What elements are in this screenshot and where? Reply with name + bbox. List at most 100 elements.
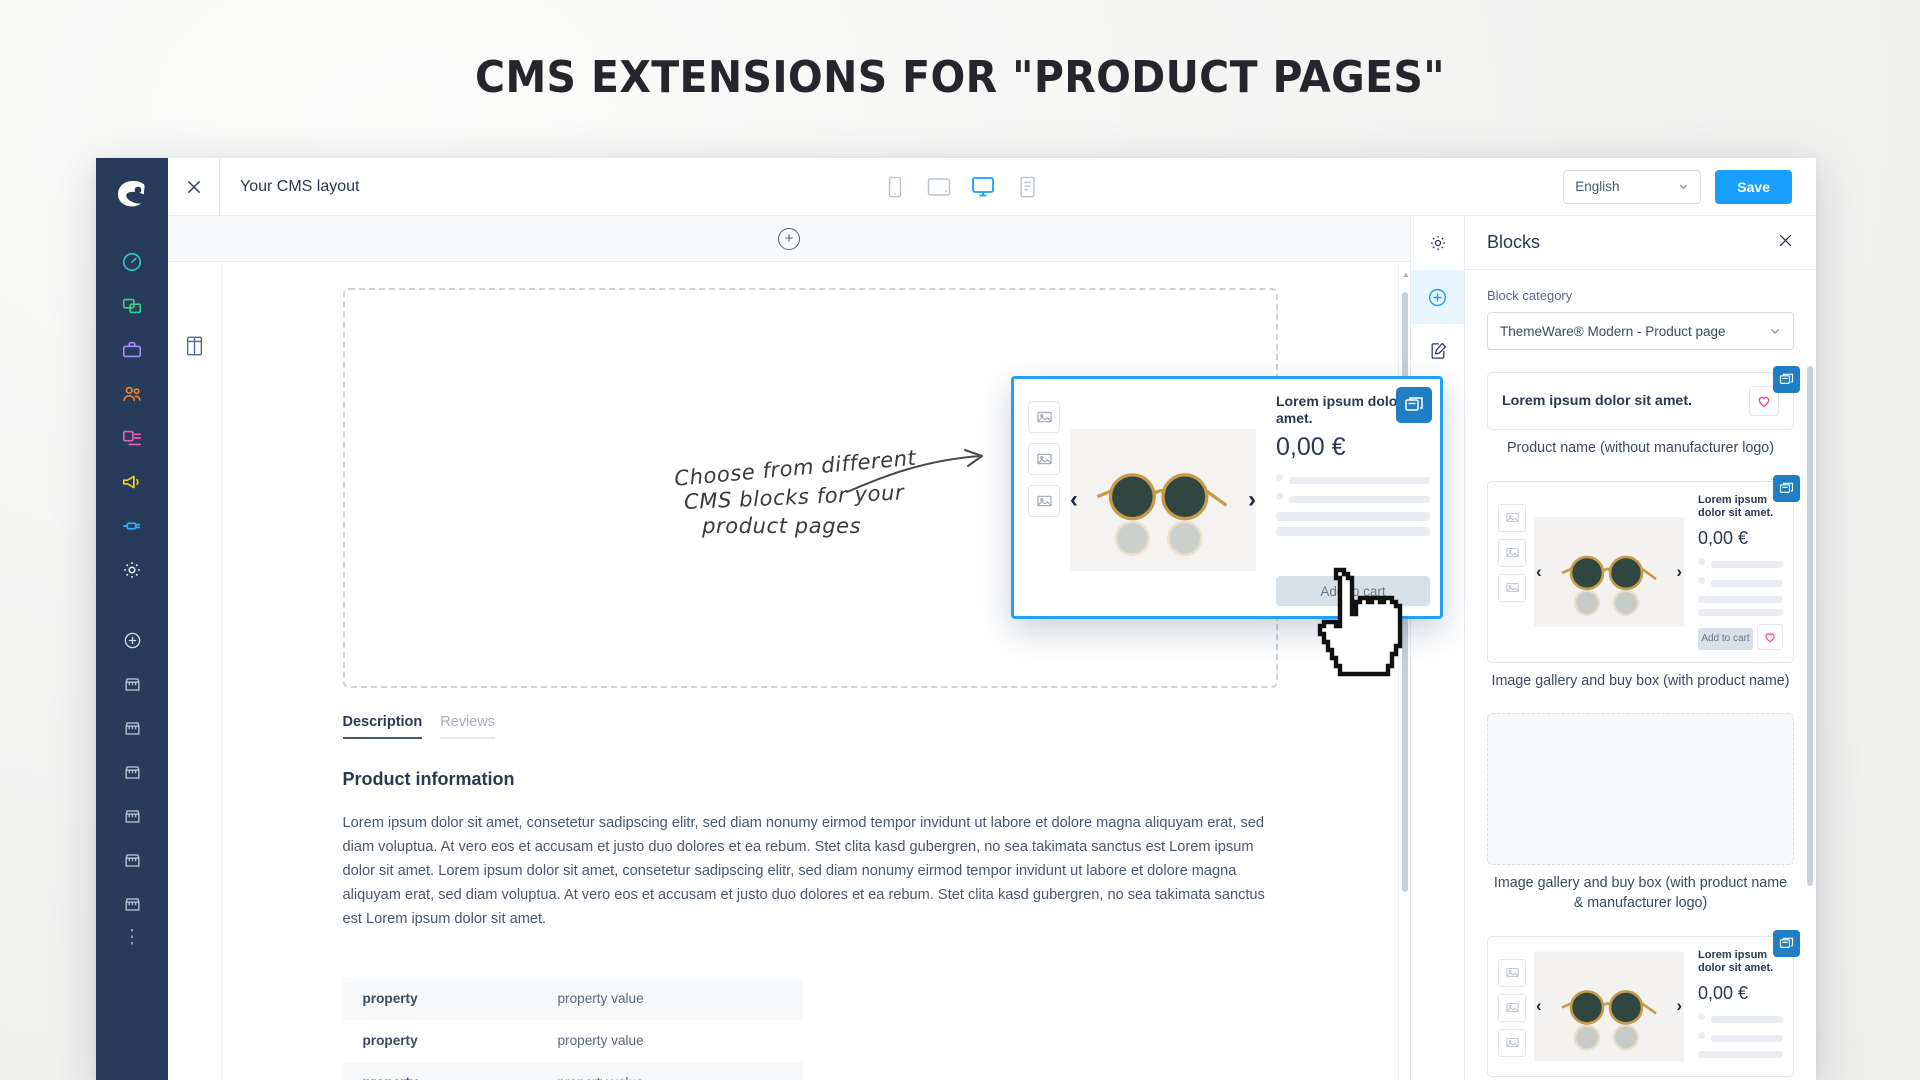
chevron-right-icon[interactable]: › [1676,562,1682,582]
sidebar-add-sales-channel[interactable] [110,618,154,662]
panel-blocks-tab[interactable] [1411,270,1464,324]
panel-edit-tab[interactable] [1411,324,1464,378]
add-section-bar: + [168,216,1410,262]
skeleton-row [1698,1050,1783,1058]
block-category-field: Block category ThemeWare® Modern - Produ… [1465,270,1816,350]
sidebar-item-content[interactable] [110,416,154,460]
plus-circle-icon[interactable]: + [778,227,800,250]
sidebar-sales-channel-6[interactable] [110,882,154,926]
image-placeholder-icon[interactable] [1498,958,1526,987]
close-editor-button[interactable] [168,158,220,215]
block-preview-placeholder[interactable] [1487,713,1794,866]
chevron-right-icon[interactable]: › [1248,486,1256,514]
block-caption: Image gallery and buy box (with product … [1493,875,1788,911]
sidebar-sales-channel-1[interactable] [110,662,154,706]
sidebar-item-dashboard[interactable] [110,240,154,284]
buy-box: Lorem ipsum dolor sit amet. 0,00 € Add t… [1692,494,1783,650]
block-preview-gallery-buybox[interactable]: ‹ [1487,929,1800,1077]
plus-circle-icon [1428,288,1447,306]
property-table: property property value property propert… [342,977,803,1080]
chevron-left-icon[interactable]: ‹ [1536,562,1542,582]
chevron-right-icon[interactable]: › [1676,996,1682,1016]
image-placeholder-icon[interactable] [1498,1028,1526,1057]
mobile-icon[interactable] [881,173,909,201]
scroll-up-arrow[interactable]: ▲ [1402,270,1410,279]
skeleton-row [1698,576,1783,590]
block-preview-product-name[interactable]: Lorem ipsum dolor sit amet. [1487,366,1800,430]
table-row: property property value [342,1061,803,1080]
tab-description[interactable]: Description [342,714,423,739]
cms-canvas: + Description Reviews Product informatio… [168,216,1410,1080]
sidebar-sales-channel-4[interactable] [110,794,154,838]
device-preview-switch [881,173,1041,201]
block-product-price: 0,00 € [1698,982,1749,1003]
sidebar-item-extensions[interactable] [110,504,154,548]
block-badge-icon [1773,929,1800,957]
image-placeholder-icon[interactable] [1498,993,1526,1022]
blocks-panel-scrollbar-thumb[interactable] [1807,366,1813,886]
gallery-stage: ‹ › [1534,494,1684,650]
block-caption: Product name (without manufacturer logo) [1506,440,1774,456]
heart-icon[interactable] [1757,623,1783,650]
sidebar-item-customers[interactable] [110,372,154,416]
main-sidebar: ⋮ [96,158,168,1080]
list-item[interactable]: Lorem ipsum dolor sit amet. Product name… [1487,366,1800,459]
buy-box: Lorem ipsum dolor sit amet. 0,00 € [1692,949,1783,1064]
sidebar-more-button[interactable]: ⋮ [123,928,142,947]
image-placeholder-icon[interactable] [1498,573,1526,602]
product-image [1534,951,1684,1062]
list-icon[interactable] [1013,173,1041,201]
block-badge-icon [1396,387,1432,423]
block-caption: Image gallery and buy box (with product … [1491,672,1790,689]
add-to-cart-button[interactable]: Add to cart [1698,627,1753,650]
shopware-logo[interactable] [112,172,152,214]
block-category-value: ThemeWare® Modern - Product page [1500,323,1726,339]
layout-columns-icon [187,336,202,356]
chevron-left-icon[interactable]: ‹ [1536,996,1542,1016]
image-placeholder-icon[interactable] [1028,443,1060,475]
blocks-panel: Blocks Block category ThemeWare® Modern … [1464,216,1816,1080]
sidebar-item-settings[interactable] [110,548,154,592]
edit-document-icon [1431,342,1446,359]
sidebar-sales-channel-3[interactable] [110,750,154,794]
property-key: property [362,991,418,1007]
chevron-left-icon[interactable]: ‹ [1070,486,1078,514]
skeleton-row [1698,557,1783,571]
block-badge-icon [1773,474,1800,502]
block-preview-gallery-buybox[interactable]: ‹ [1487,474,1800,663]
image-placeholder-icon[interactable] [1498,503,1526,532]
product-information-heading: Product information [342,769,515,789]
desktop-icon[interactable] [969,173,997,201]
image-placeholder-icon[interactable] [1498,538,1526,567]
image-placeholder-icon[interactable] [1028,401,1060,433]
block-category-select[interactable]: ThemeWare® Modern - Product page [1487,312,1794,350]
tab-reviews[interactable]: Reviews [440,714,496,739]
property-value: property value [558,1075,644,1080]
product-tabs: Description Reviews [342,714,1278,739]
list-item[interactable]: Image gallery and buy box (with product … [1487,713,1794,913]
gallery-stage: ‹ › [1070,393,1256,606]
sidebar-item-orders[interactable] [110,328,154,372]
list-item[interactable]: ‹ [1487,929,1800,1077]
skeleton-row [1698,1031,1783,1045]
skeleton-row [1698,595,1783,603]
gallery-thumbnails [1498,494,1526,650]
sidebar-sales-channel-5[interactable] [110,838,154,882]
close-blocks-panel-button[interactable] [1777,232,1794,254]
editor-body: + Description Reviews Product informatio… [168,216,1816,1080]
list-item[interactable]: ‹ [1487,474,1800,692]
language-select[interactable]: English [1563,169,1702,204]
sidebar-sales-channel-2[interactable] [110,706,154,750]
image-placeholder-icon[interactable] [1028,485,1060,517]
save-button[interactable]: Save [1715,169,1792,204]
panel-settings-tab[interactable] [1411,216,1464,270]
sidebar-item-marketing[interactable] [110,460,154,504]
tablet-icon[interactable] [925,173,953,201]
block-product-name: Lorem ipsum dolor sit amet. [1698,493,1774,520]
language-value: English [1575,179,1620,194]
blocks-panel-header: Blocks [1465,216,1816,270]
curved-arrow-icon [846,449,983,493]
blocks-list[interactable]: Lorem ipsum dolor sit amet. Product name… [1465,350,1816,1080]
sidebar-item-catalogues[interactable] [110,284,154,328]
product-description-text: Lorem ipsum dolor sit amet, consetetur s… [342,815,1265,927]
